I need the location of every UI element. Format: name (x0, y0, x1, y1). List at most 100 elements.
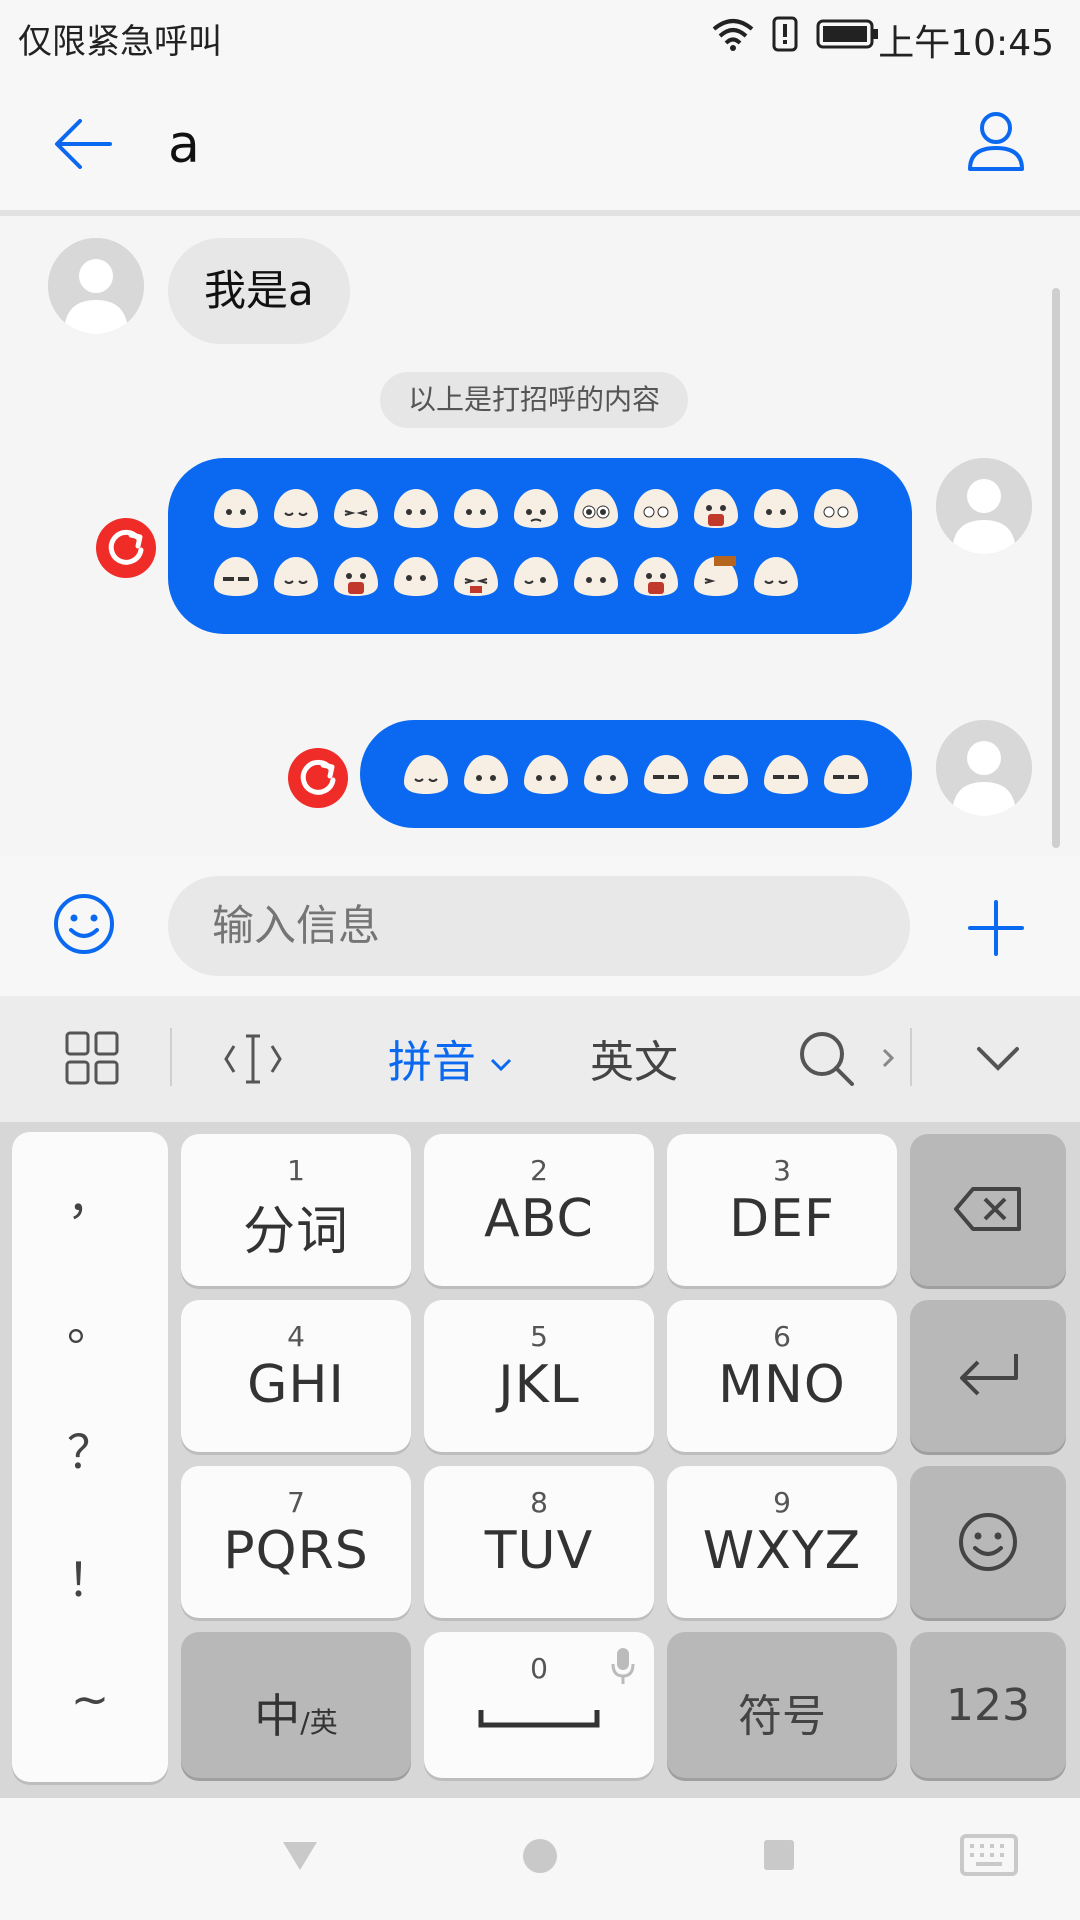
chat-area[interactable]: 我是a 以上是打招呼的内容 (0, 216, 1080, 856)
keyboard-icon[interactable] (960, 1834, 1018, 1876)
key-number: 7 (287, 1486, 305, 1519)
retry-icon[interactable] (288, 748, 348, 808)
chat-scrollbar[interactable] (1052, 288, 1060, 848)
chevron-right-icon (882, 1048, 894, 1068)
enter-icon (960, 1354, 1018, 1396)
enter-key[interactable] (910, 1300, 1066, 1452)
punct-comma-key[interactable]: ， (12, 1162, 168, 1228)
symbols-key[interactable]: 符号 (667, 1632, 897, 1778)
numbers-label: 123 (946, 1680, 1030, 1731)
plus-icon[interactable] (966, 898, 1026, 958)
key-4[interactable]: 4 GHI (181, 1300, 411, 1452)
key-5[interactable]: 5 JKL (424, 1300, 654, 1452)
emoji-sticker-icon (404, 755, 448, 794)
status-bar: 仅限紧急呼叫 上午10:45 (0, 0, 1080, 75)
key-letters: ABC (484, 1189, 594, 1249)
emoji-sticker-icon (464, 755, 508, 794)
punct-exclaim-key[interactable]: ！ (12, 1544, 168, 1610)
key-number: 8 (530, 1486, 548, 1519)
key-letters: JKL (498, 1355, 580, 1415)
tab-pinyin[interactable]: 拼音 (388, 1026, 512, 1090)
emoji-row (400, 752, 872, 796)
emoji-sticker-icon (824, 755, 868, 794)
key-6[interactable]: 6 MNO (667, 1300, 897, 1452)
punct-period-key[interactable]: 。 (12, 1288, 168, 1354)
retry-icon[interactable] (96, 518, 156, 578)
emoji-sticker-icon (754, 489, 798, 528)
lang-switch-key[interactable]: 中/英 (181, 1632, 411, 1778)
system-notice: 以上是打招呼的内容 (380, 372, 689, 428)
toolbar-divider (910, 1028, 912, 1086)
key-number: 3 (773, 1154, 791, 1187)
key-letters: 分词 (242, 1202, 349, 1262)
microphone-icon (611, 1648, 635, 1684)
emoji-sticker-icon (694, 489, 738, 528)
key-9[interactable]: 9 WXYZ (667, 1466, 897, 1618)
message-input[interactable] (168, 876, 910, 976)
key-number: 9 (773, 1486, 791, 1519)
key-number: 2 (530, 1154, 548, 1187)
emoji-sticker-icon (334, 557, 378, 596)
incoming-message-bubble[interactable]: 我是a (168, 238, 350, 344)
key-7[interactable]: 7 PQRS (181, 1466, 411, 1618)
key-number: 5 (530, 1320, 548, 1353)
backspace-key[interactable] (910, 1134, 1066, 1286)
cursor-icon[interactable] (222, 1032, 284, 1086)
key-letters: PQRS (223, 1521, 369, 1581)
punctuation-column[interactable]: ， 。 ？ ！ ~ (12, 1132, 168, 1782)
key-letters: GHI (247, 1355, 345, 1415)
toolbar-divider (170, 1028, 172, 1086)
my-avatar[interactable] (936, 458, 1032, 554)
status-icons (712, 16, 880, 52)
chevron-down-icon (490, 1058, 512, 1072)
message-input-row (0, 856, 1080, 996)
alert-icon (772, 16, 798, 52)
key-letters: TUV (484, 1521, 594, 1581)
emoji-row (210, 486, 862, 530)
key-2[interactable]: 2 ABC (424, 1134, 654, 1286)
emoji-sticker-icon (454, 489, 498, 528)
space-bar-icon (478, 1710, 600, 1728)
key-3[interactable]: 3 DEF (667, 1134, 897, 1286)
key-8[interactable]: 8 TUV (424, 1466, 654, 1618)
search-icon[interactable] (796, 1028, 858, 1090)
outgoing-emoji-bubble[interactable] (360, 720, 912, 828)
status-time: 上午10:45 (878, 23, 1054, 64)
carrier-text: 仅限紧急呼叫 (18, 22, 222, 62)
emoji-sticker-icon (574, 489, 618, 528)
keyboard-toolbar: 拼音 英文 (0, 996, 1080, 1122)
numbers-key[interactable]: 123 (910, 1632, 1066, 1778)
key-letters: DEF (729, 1189, 835, 1249)
outgoing-emoji-bubble[interactable] (168, 458, 912, 634)
recents-square-icon[interactable] (762, 1838, 796, 1872)
battery-icon (816, 19, 878, 49)
my-avatar[interactable] (936, 720, 1032, 816)
emoji-sticker-icon (754, 557, 798, 596)
key-1[interactable]: 1 分词 (181, 1134, 411, 1286)
emoji-key[interactable] (910, 1466, 1066, 1618)
back-arrow-icon[interactable] (52, 113, 114, 175)
emoji-sticker-icon (514, 557, 558, 596)
tab-english[interactable]: 英文 (590, 1026, 678, 1090)
contact-avatar[interactable] (48, 238, 144, 334)
space-key[interactable]: 0 (424, 1632, 654, 1778)
smiley-icon[interactable] (52, 892, 116, 956)
navigation-bar (0, 1798, 1080, 1920)
emoji-sticker-icon (514, 489, 558, 528)
emoji-sticker-icon (704, 755, 748, 794)
lang-main-label: 中 (254, 1689, 301, 1743)
key-letters: MNO (718, 1355, 846, 1415)
person-icon[interactable] (966, 111, 1026, 173)
grid-icon[interactable] (64, 1030, 120, 1086)
emoji-sticker-icon (334, 489, 378, 528)
emoji-sticker-icon (814, 489, 858, 528)
key-letters: WXYZ (702, 1521, 862, 1581)
punct-question-key[interactable]: ？ (12, 1416, 168, 1482)
back-triangle-icon[interactable] (280, 1838, 320, 1874)
home-circle-icon[interactable] (522, 1838, 558, 1874)
conversation-title: a (168, 115, 200, 175)
emoji-sticker-icon (764, 755, 808, 794)
collapse-icon[interactable] (976, 1046, 1020, 1072)
punct-tilde-key[interactable]: ~ (12, 1672, 168, 1726)
emoji-sticker-icon (214, 489, 258, 528)
